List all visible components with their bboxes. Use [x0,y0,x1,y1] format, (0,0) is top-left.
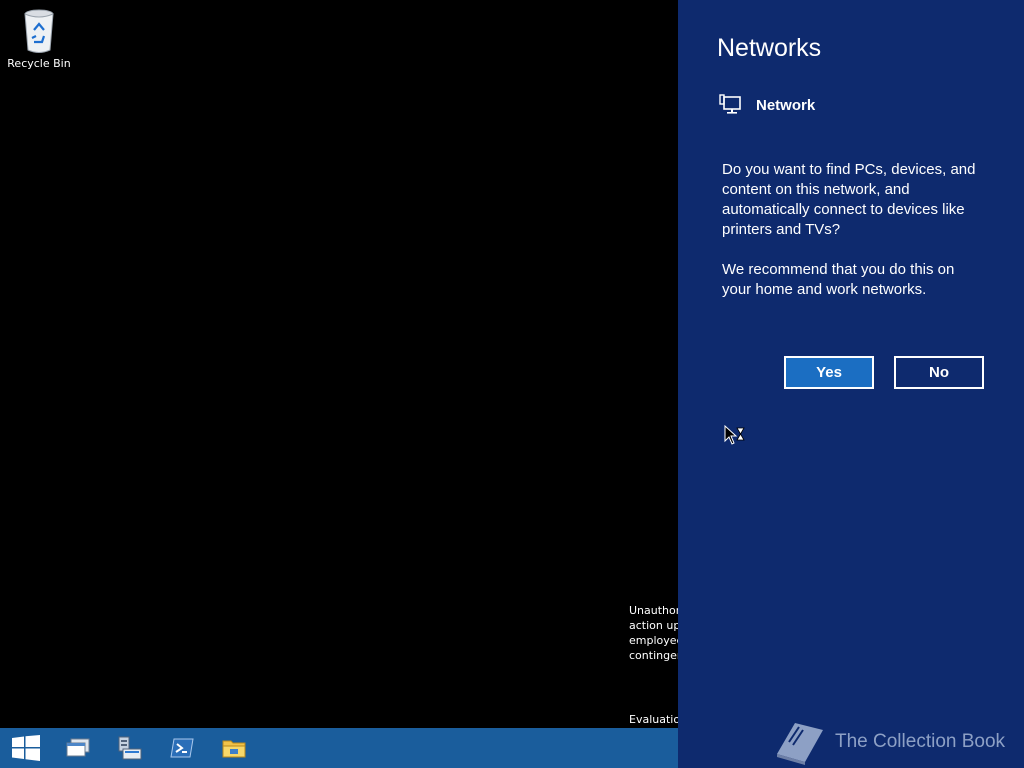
legal-line: action up [629,619,678,632]
powershell-button[interactable] [156,728,208,768]
file-explorer-button[interactable] [208,728,260,768]
legal-notice: Unauthor action up employee contingen [629,603,678,663]
file-explorer-icon [222,740,246,758]
network-entry[interactable]: Network [719,94,815,116]
recommendation-text: We recommend that you do this on your ho… [722,261,955,298]
desktop: Recycle Bin Unauthor action up employee … [0,0,678,728]
taskbar [0,728,678,768]
watermark-text: The Collection Book [835,731,1006,752]
powershell-icon [170,738,194,758]
pane-title: Networks [717,34,822,62]
legal-line: contingen [629,649,678,662]
server-manager-icon [118,736,142,760]
networks-pane: Networks Network Do you want to find PCs… [678,0,1024,768]
windows-start-icon [12,735,40,761]
task-view-icon [66,738,90,757]
yes-button[interactable]: Yes [784,356,874,389]
start-button[interactable] [0,728,52,768]
book-icon [777,723,823,765]
wired-network-icon [719,94,741,114]
discovery-prompt: Do you want to find PCs, devices, and co… [722,161,976,238]
busy-cursor-icon [724,425,745,445]
server-manager-button[interactable] [104,728,156,768]
recycle-bin-label: Recycle Bin [7,57,71,70]
legal-line: Unauthor [629,604,678,617]
evaluation-watermark: Evaluatio [629,713,678,726]
no-button[interactable]: No [894,356,984,389]
collection-book-watermark: The Collection Book [773,718,1005,766]
recycle-bin-icon [24,9,54,53]
legal-line: employee [629,634,678,647]
network-name: Network [756,96,816,114]
task-view-button[interactable] [52,728,104,768]
recycle-bin-shortcut[interactable]: Recycle Bin [4,8,74,70]
